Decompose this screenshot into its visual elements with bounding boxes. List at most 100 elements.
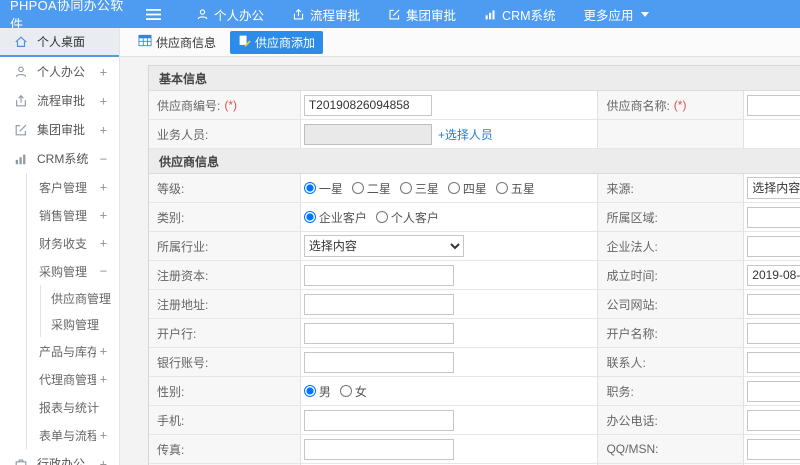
expand-toggle[interactable]: + [100,65,107,79]
expand-toggle[interactable]: + [100,208,107,222]
tab-supplier-add[interactable]: 供应商添加 [230,30,324,54]
mobile-input[interactable] [303,409,454,431]
expand-toggle[interactable]: + [100,428,107,442]
tab-strip: 供应商信息 供应商添加 [120,28,800,57]
category-radio-group: 企业客户 个人客户 [300,203,599,232]
expand-toggle[interactable]: + [100,180,107,194]
sidebar-item-purchase-mgmt[interactable]: 采购管理 [41,311,119,337]
radio-option[interactable]: 男 [303,383,331,400]
expand-toggle[interactable]: + [100,457,107,465]
grade-radio-group: 一星 二星 三星 四星 五星 [300,174,599,203]
legal-person-input[interactable] [747,235,800,257]
collapse-toggle[interactable]: − [100,152,107,166]
sidebar-item-workflow-approval[interactable]: 流程审批 + [0,86,119,115]
fax-input[interactable] [303,438,454,460]
nav-workflow-approval[interactable]: 流程审批 [292,5,360,24]
expand-toggle[interactable]: + [100,372,107,386]
radio-option[interactable]: 五星 [495,180,535,197]
section-title-supplier-info: 供应商信息 [149,149,800,174]
sidebar-item-product-inventory[interactable]: 产品与库存 + [27,337,119,365]
radio-option[interactable]: 企业客户 [303,209,367,226]
sidebar-item-sales-mgmt[interactable]: 销售管理 + [27,201,119,229]
office-phone-input[interactable] [747,409,800,431]
field-label: 所属区域: [598,203,745,232]
nav-group-approval[interactable]: 集团审批 [388,5,456,24]
required-marker: (*) [673,98,687,112]
field-label: 职务: [598,377,745,406]
edit-icon [14,122,29,137]
expand-toggle[interactable]: + [100,94,107,108]
home-icon [14,34,29,49]
field-label: 来源: [598,174,745,203]
supplier-name-input[interactable] [747,94,800,116]
hamburger-icon[interactable] [146,6,162,22]
position-input[interactable] [747,380,800,402]
top-nav: 个人办公 流程审批 集团审批 CRM系统 更多应用 [196,5,649,24]
contact-input[interactable] [747,351,800,373]
sidebar-item-supplier-mgmt[interactable]: 供应商管理 [41,285,119,311]
sidebar-item-finance[interactable]: 财务收支 + [27,229,119,257]
form-row: 传真: QQ/MSN: [149,435,800,464]
registered-capital-input[interactable] [303,264,454,286]
edit-add-icon [238,34,251,50]
form-row: 供应商编号: (*) 供应商名称: (*) [149,91,800,120]
account-name-input[interactable] [747,322,800,344]
expand-toggle[interactable]: + [100,123,107,137]
sidebar-item-personal-desktop[interactable]: 个人桌面 [0,28,119,57]
sidebar-item-procurement-mgmt[interactable]: 采购管理 − [27,257,119,285]
radio-option[interactable]: 四星 [447,180,487,197]
sidebar-item-agent-mgmt[interactable]: 代理商管理 + [27,365,119,393]
user-icon [196,8,209,21]
collapse-toggle[interactable]: − [100,264,107,278]
company-website-input[interactable] [747,293,800,315]
caret-down-icon [640,11,649,17]
source-select[interactable]: 选择内容 [747,177,800,199]
region-input[interactable] [747,206,800,228]
choose-person-link[interactable]: +选择人员 [438,126,493,143]
nav-more-apps[interactable]: 更多应用 [584,5,649,24]
qq-msn-input[interactable] [747,438,800,460]
field-label: 类别: [149,203,301,232]
briefcase-icon [14,456,29,465]
sidebar-item-form-flow-settings[interactable]: 表单与流程设置 + [27,421,119,449]
field-label: 银行账号: [149,348,301,377]
field-label: 办公电话: [598,406,745,435]
radio-option[interactable]: 一星 [303,180,343,197]
section-title-basic-info: 基本信息 [149,66,800,91]
radio-option[interactable]: 三星 [399,180,439,197]
radio-option[interactable]: 二星 [351,180,391,197]
expand-toggle[interactable]: + [100,344,107,358]
registered-address-input[interactable] [303,293,454,315]
tab-supplier-info[interactable]: 供应商信息 [134,31,220,54]
field-label: 性别: [149,377,301,406]
radio-option[interactable]: 个人客户 [375,209,439,226]
field-label: QQ/MSN: [598,435,745,464]
form-row: 开户行: 开户名称: [149,319,800,348]
field-label: 公司网站: [598,290,745,319]
sidebar: 个人桌面 个人办公 + 流程审批 + 集团审批 + CRM系统 − 客户管理 +… [0,28,120,465]
supplier-add-form: 基本信息 供应商编号: (*) 供应商名称: (*) 业务人员: [148,65,800,465]
industry-select[interactable]: 选择内容 [303,235,464,257]
form-row: 手机: 办公电话: [149,406,800,435]
radio-option[interactable]: 女 [339,383,367,400]
sidebar-item-customer-mgmt[interactable]: 客户管理 + [27,173,119,201]
user-icon [14,64,29,79]
supplier-no-input[interactable] [303,94,432,116]
form-row: 所属行业: 选择内容 企业法人: [149,232,800,261]
sidebar-item-group-approval[interactable]: 集团审批 + [0,115,119,144]
sidebar-item-personal-office[interactable]: 个人办公 + [0,57,119,86]
nav-personal-office[interactable]: 个人办公 [196,5,264,24]
sidebar-item-reports-stats[interactable]: 报表与统计 [27,393,119,421]
field-label: 成立时间: [598,261,745,290]
table-icon [138,34,152,50]
sidebar-item-admin-office[interactable]: 行政办公 + [0,449,119,465]
expand-toggle[interactable]: + [100,236,107,250]
field-label: 供应商名称: (*) [598,91,745,120]
nav-crm[interactable]: CRM系统 [484,5,556,24]
field-label: 开户名称: [598,319,745,348]
established-date-input[interactable] [747,264,800,286]
bank-account-input[interactable] [303,351,454,373]
sidebar-item-crm[interactable]: CRM系统 − [0,144,119,173]
business-person-input [303,123,432,145]
bank-input[interactable] [303,322,454,344]
